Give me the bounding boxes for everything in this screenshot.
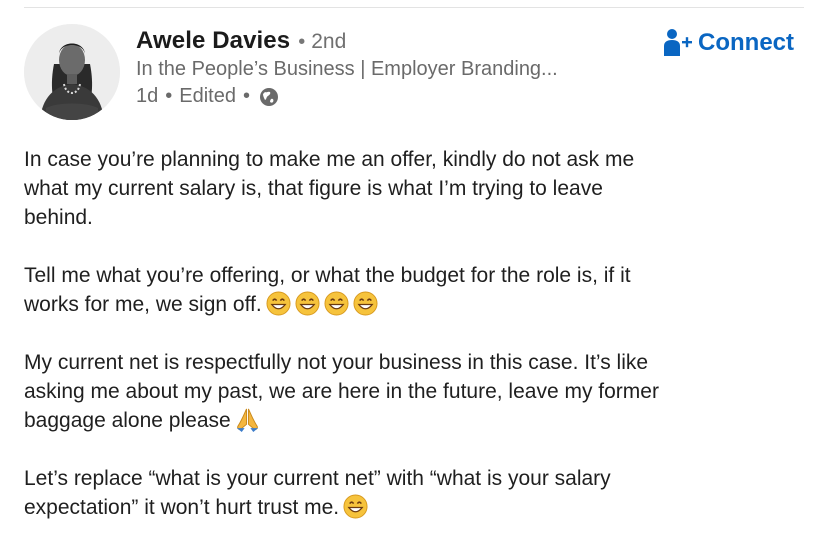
grinning-face-icon <box>353 291 378 316</box>
post-time: 1d <box>136 85 159 107</box>
post-body: In case you’re planning to make me an of… <box>24 145 814 538</box>
meta-separator: • <box>165 85 173 107</box>
avatar[interactable] <box>24 24 120 120</box>
post-paragraph: My current net is respectfully not your … <box>24 348 814 435</box>
grinning-face-icon <box>343 494 368 519</box>
author-headline: In the People’s Business | Employer Bran… <box>136 58 558 80</box>
folded-hands-icon <box>236 408 258 432</box>
post-text: Let’s replace “what is your current net”… <box>24 467 611 519</box>
post-meta: 1d • Edited • <box>136 85 279 108</box>
globe-icon <box>260 87 278 106</box>
name-separator: • <box>298 31 306 53</box>
edited-label: Edited <box>179 85 236 107</box>
grinning-face-icon <box>295 291 320 316</box>
connect-button[interactable]: Connect <box>664 28 794 58</box>
meta-separator: • <box>242 85 250 107</box>
connect-label: Connect <box>698 29 794 56</box>
grinning-face-icon <box>266 291 291 316</box>
post-paragraph: In case you’re planning to make me an of… <box>24 145 814 232</box>
profile-photo <box>24 24 120 120</box>
top-divider <box>24 7 804 8</box>
post-paragraph: Tell me what you’re offering, or what th… <box>24 261 814 319</box>
add-person-icon <box>664 29 692 56</box>
post-text: In case you’re planning to make me an of… <box>24 148 635 229</box>
post-paragraph: Let’s replace “what is your current net”… <box>24 464 814 522</box>
grinning-face-icon <box>324 291 349 316</box>
author-name[interactable]: Awele Davies <box>136 27 290 55</box>
author-name-row: Awele Davies • 2nd <box>136 27 346 55</box>
post-text: My current net is respectfully not your … <box>24 351 659 432</box>
connection-degree: 2nd <box>311 30 347 53</box>
